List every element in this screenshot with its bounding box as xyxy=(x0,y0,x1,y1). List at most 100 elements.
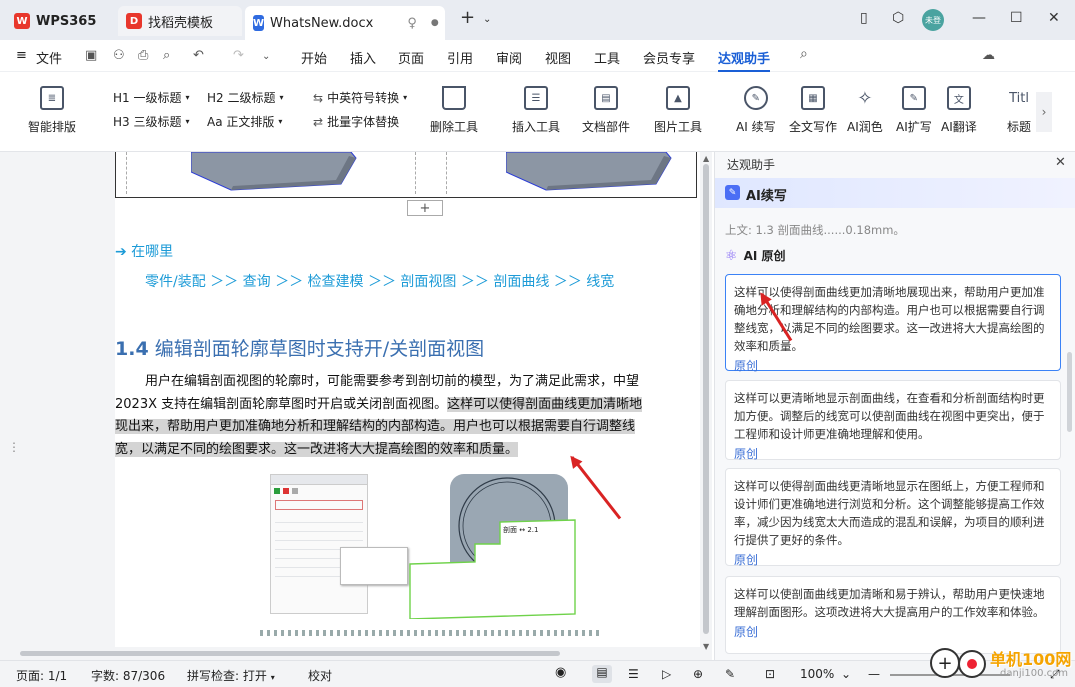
title-gen-label: 标题 xyxy=(1006,120,1031,134)
embedded-sketch-image: 剖面 ↔ 2.1 xyxy=(409,474,576,619)
eye-icon[interactable]: ◉ xyxy=(555,665,566,680)
title-icon: Titl xyxy=(1009,90,1029,106)
panel-icon[interactable]: ▯ xyxy=(860,10,868,26)
tab-whatsnew[interactable]: W WhatsNew.docx ♀ ● xyxy=(245,6,445,40)
suggestion-card[interactable]: 这样可以使得剖面曲线更清晰地显示在图纸上，方便工程师和设计师们更准确地进行浏览和… xyxy=(725,468,1061,567)
drag-handle-icon[interactable]: ⋮ xyxy=(8,440,20,454)
pane-scrollbar[interactable] xyxy=(1067,352,1072,432)
cn-en-label: 中英符号转换 xyxy=(327,91,400,105)
heading-number: 1.4 xyxy=(115,338,149,360)
print-icon[interactable]: ⎙ xyxy=(138,48,148,63)
full-write-button[interactable]: ▦ 全文写作 xyxy=(789,86,837,135)
cube-icon[interactable]: ⬡ xyxy=(892,10,904,26)
tab-wps365[interactable]: W WPS365 xyxy=(6,6,106,36)
word-doc-icon: W xyxy=(253,15,265,31)
document-page[interactable]: + ➔ 在哪里 零件/装配 ＞＞ 查询 ＞＞ 检查建模 ＞＞ 剖面视图 ＞＞ 剖… xyxy=(115,152,697,660)
outline-view-icon[interactable]: ☰ xyxy=(628,667,639,681)
menu-view[interactable]: 视图 xyxy=(545,48,571,67)
suggestion-card[interactable]: 这样可以使剖面曲线更加清晰和易于辨认，帮助用户更快速地理解剖面图形。这项改进将大… xyxy=(725,576,1061,654)
maximize-icon[interactable]: ☐ xyxy=(1010,10,1023,26)
h1-label: H1 一级标题 xyxy=(113,91,182,105)
menu-member[interactable]: 会员专享 xyxy=(643,48,695,67)
ai-continue-label: AI 续写 xyxy=(736,120,776,134)
undo-icon[interactable]: ↶ xyxy=(193,48,204,63)
menu-insert[interactable]: 插入 xyxy=(350,48,376,67)
cloud-icon[interactable]: ☁ xyxy=(982,48,995,63)
selected-text: 现出来，帮助用户更加准确地分析和理解结构的内部构造。用户也可以根据需要自行调整线 xyxy=(115,419,636,434)
h2-button[interactable]: H2 二级标题 ▾ xyxy=(207,89,284,106)
tab-docer[interactable]: D 找稻壳模板 xyxy=(118,6,242,36)
menu-start[interactable]: 开始 xyxy=(301,48,327,67)
pen-icon[interactable]: ✎ xyxy=(725,667,735,681)
search-icon[interactable]: ⌕ xyxy=(800,46,808,62)
horizontal-scrollbar[interactable] xyxy=(20,647,700,660)
translate-icon: 文 xyxy=(946,86,971,110)
ai-translate-button[interactable]: 文 AI翻译 xyxy=(941,86,977,135)
menu-path: 零件/装配 ＞＞ 查询 ＞＞ 检查建模 ＞＞ 剖面视图 ＞＞ 剖面曲线 ＞＞ 线… xyxy=(145,274,615,290)
h1-button[interactable]: H1 一级标题 ▾ xyxy=(113,89,190,106)
play-icon[interactable]: ▷ xyxy=(662,667,671,681)
avatar[interactable]: 未登 xyxy=(922,9,944,31)
zoom-out-icon[interactable]: — xyxy=(868,667,880,681)
redo-icon[interactable]: ↷ xyxy=(233,48,244,63)
chevron-down-icon[interactable]: ⌄ xyxy=(483,14,491,25)
image-tool-button[interactable]: ▲ 图片工具 xyxy=(654,86,702,135)
preview-icon[interactable]: ⌕ xyxy=(163,48,170,63)
batch-font-button[interactable]: ⇄ 批量字体替换 xyxy=(313,113,399,130)
unsaved-dot-icon: ● xyxy=(430,18,439,28)
suggestion-card[interactable]: 这样可以使得剖面曲线更加清晰地展现出来，帮助用户更加准确地分析和理解结构的内部构… xyxy=(725,274,1061,373)
ai-continue-button[interactable]: ✎ AI 续写 xyxy=(736,86,776,135)
menu-file[interactable]: 文件 xyxy=(36,48,62,67)
proofread-button[interactable]: 校对 xyxy=(308,667,332,684)
minimize-icon[interactable]: — xyxy=(972,10,986,26)
save-icon[interactable]: ▣ xyxy=(85,48,97,63)
menu-page[interactable]: 页面 xyxy=(398,48,424,67)
scroll-down-icon[interactable]: ▼ xyxy=(703,642,709,651)
scrollbar-thumb[interactable] xyxy=(703,164,709,634)
page-indicator[interactable]: 页面: 1/1 xyxy=(16,667,67,684)
fit-page-icon[interactable]: ⊡ xyxy=(765,667,775,681)
smart-layout-button[interactable]: ≣ 智能排版 xyxy=(28,86,76,135)
pin-icon[interactable]: ♀ xyxy=(407,16,417,31)
hamburger-icon[interactable]: ≡ xyxy=(16,48,27,63)
avatar-text: 未登 xyxy=(925,15,941,25)
title-gen-button[interactable]: Titl 标题 xyxy=(1004,86,1034,135)
ribbon: ≣ 智能排版 H1 一级标题 ▾ H2 二级标题 ▾ H3 三级标题 ▾ Aa 正文排版… xyxy=(0,72,1075,152)
word-count[interactable]: 字数: 87/306 xyxy=(91,667,165,684)
spell-check[interactable]: 拼写检查: 打开 ▾ xyxy=(187,667,275,684)
insert-tool-button[interactable]: ☰ 插入工具 xyxy=(512,86,560,135)
menu-tools[interactable]: 工具 xyxy=(594,48,620,67)
menu-review[interactable]: 审阅 xyxy=(496,48,522,67)
cn-en-convert-button[interactable]: ⇆ 中英符号转换 ▾ xyxy=(313,89,407,106)
delete-tool-button[interactable]: 删除工具 xyxy=(430,86,478,135)
page-view-icon[interactable]: ▤ xyxy=(592,665,612,683)
menu-reference[interactable]: 引用 xyxy=(447,48,473,67)
more-chevron-icon[interactable]: ⌄ xyxy=(262,51,270,62)
new-tab-icon[interactable]: + xyxy=(460,7,475,28)
close-window-icon[interactable]: ✕ xyxy=(1048,10,1060,26)
ai-expand-button[interactable]: ✎ AI扩写 xyxy=(896,86,932,135)
where-link[interactable]: ➔ 在哪里 xyxy=(115,241,173,261)
link-icon[interactable]: ⚇ xyxy=(113,48,125,63)
menu-daguan-assistant[interactable]: 达观助手 xyxy=(718,48,771,72)
hscroll-thumb[interactable] xyxy=(20,651,560,656)
ai-polish-button[interactable]: ✧ AI润色 xyxy=(847,86,883,135)
body-style-button[interactable]: Aa 正文排版 ▾ xyxy=(207,113,282,130)
web-icon[interactable]: ⊕ xyxy=(693,667,703,681)
h3-button[interactable]: H3 三级标题 ▾ xyxy=(113,113,190,130)
suggestion-tag: 原创 xyxy=(734,553,759,567)
zoom-dropdown-icon[interactable]: ⌄ xyxy=(841,667,851,681)
doc-part-button[interactable]: ▤ 文档部件 xyxy=(582,86,630,135)
add-row-button[interactable]: + xyxy=(407,200,443,216)
add-row-label: + xyxy=(419,200,431,216)
zoom-level[interactable]: 100% xyxy=(800,667,834,681)
vertical-scrollbar[interactable]: ▲ ▼ xyxy=(700,152,712,660)
suggestion-card[interactable]: 这样可以更清晰地显示剖面曲线，在查看和分析剖面结构时更加方便。调整后的线宽可以使… xyxy=(725,380,1061,461)
scroll-up-icon[interactable]: ▲ xyxy=(703,154,709,163)
ribbon-scroll-right-icon[interactable]: › xyxy=(1036,92,1052,132)
insert-tool-label: 插入工具 xyxy=(512,120,561,134)
previous-context: 上文: 1.3 剖面曲线......0.18mm。 xyxy=(725,223,905,237)
suggestion-tag: 原创 xyxy=(734,625,759,639)
close-pane-icon[interactable]: ✕ xyxy=(1055,155,1066,170)
watermark-logo-icon: + xyxy=(930,648,960,678)
